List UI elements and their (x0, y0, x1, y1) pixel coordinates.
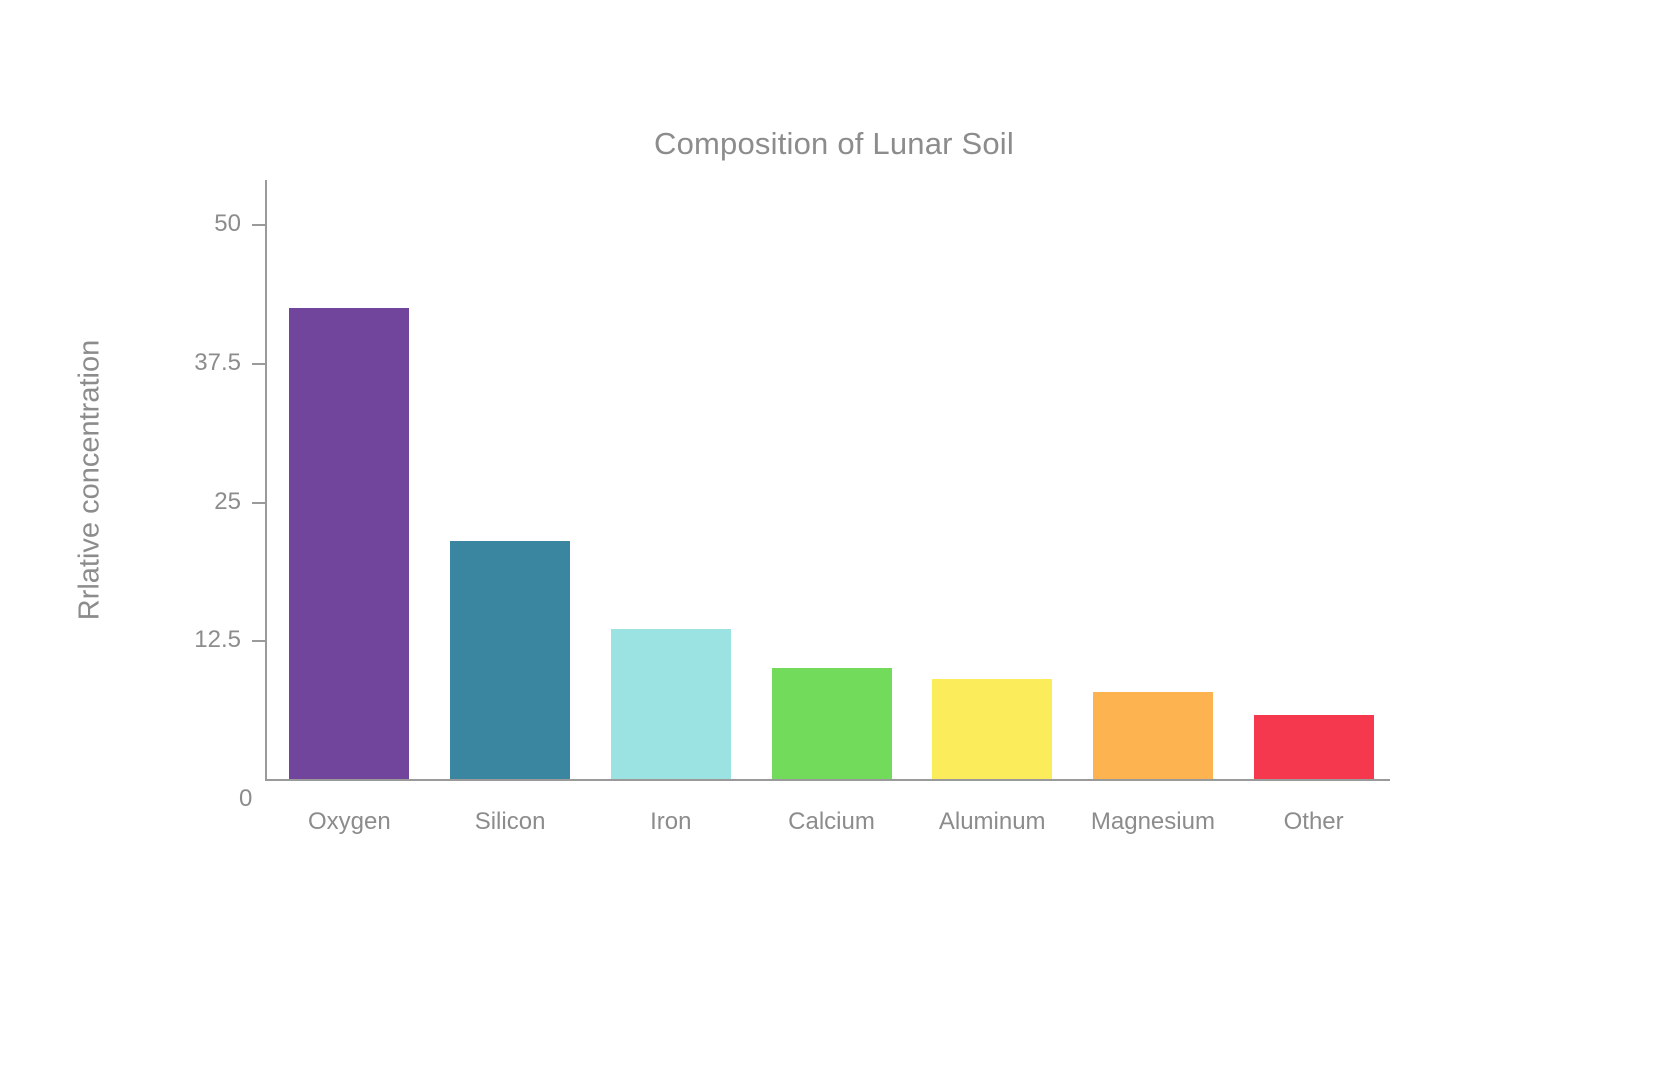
x-tick-label-calcium: Calcium (788, 808, 875, 835)
y-axis-title-container: Rrlative concentration (60, 180, 120, 780)
x-tick-label-silicon: Silicon (474, 808, 546, 835)
y-axis-tick (252, 501, 266, 504)
y-axis-title: Rrlative concentration (73, 339, 106, 621)
x-tick-label-other: Other (1283, 808, 1344, 835)
x-tick-label-iron: Iron (650, 808, 692, 835)
bar-silicon[interactable] (450, 540, 571, 779)
y-axis-tick (252, 640, 266, 643)
y-axis-tick (252, 224, 266, 227)
chart-title: Composition of Lunar Soil (654, 126, 1014, 161)
x-axis-line (265, 779, 1390, 781)
y-tick-label: 37.5 (194, 349, 241, 377)
bar-iron[interactable] (610, 629, 731, 779)
x-tick-label-oxygen: Oxygen (307, 808, 391, 835)
x-tick-label-aluminum: Aluminum (938, 808, 1046, 835)
y-tick-label: 50 (214, 210, 241, 238)
y-tick-label: 12.5 (194, 626, 241, 654)
bar-magnesium[interactable] (1092, 692, 1213, 779)
bar-aluminum[interactable] (932, 679, 1053, 779)
y-axis-line (265, 180, 267, 780)
bar-oxygen[interactable] (289, 307, 410, 779)
bar-calcium[interactable] (771, 668, 892, 779)
bar-other[interactable] (1253, 714, 1374, 779)
y-tick-label-0: 0 (239, 785, 253, 812)
y-axis-tick (252, 363, 266, 366)
y-tick-label: 25 (214, 487, 241, 515)
bar-chart: Composition of Lunar Soil Rrlative conce… (0, 0, 1668, 1082)
x-tick-label-magnesium: Magnesium (1090, 808, 1215, 835)
